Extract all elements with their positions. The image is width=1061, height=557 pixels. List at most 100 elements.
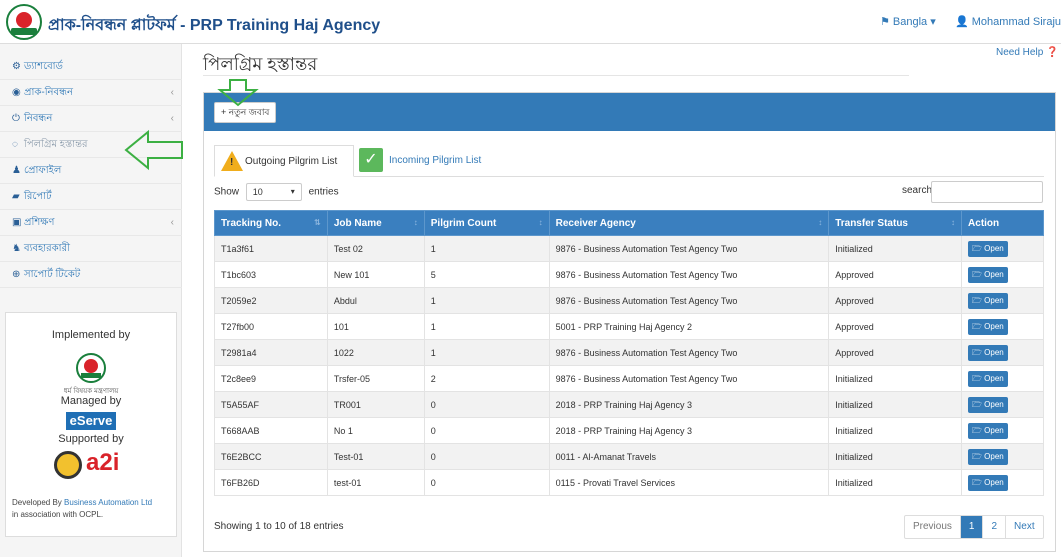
table-cell: 🗁 Open <box>961 261 1044 288</box>
open-button[interactable]: 🗁 Open <box>968 474 1008 491</box>
table-cell: 2 <box>423 365 550 392</box>
table-cell: 1 <box>423 339 550 366</box>
open-button[interactable]: 🗁 Open <box>968 292 1008 309</box>
search-label: search: <box>902 185 935 196</box>
table-cell: Initialized <box>828 469 963 496</box>
table-cell: T2981a4 <box>214 339 328 366</box>
open-button[interactable]: 🗁 Open <box>968 240 1008 257</box>
down-arrow-annotation-icon <box>217 79 259 107</box>
column-header[interactable]: Job Name ↕ <box>326 210 425 236</box>
pagination-previous[interactable]: Previous <box>905 516 961 538</box>
table-cell: 🗁 Open <box>961 313 1044 340</box>
search-input[interactable] <box>931 181 1043 203</box>
entries-select[interactable]: 10 ▾ <box>245 183 302 201</box>
table-cell: 9876 - Business Automation Test Agency T… <box>548 287 830 314</box>
table-row: T1bc603 New 101 5 9876 - Business Automatio… <box>214 261 1044 288</box>
table-cell: 🗁 Open <box>961 287 1044 314</box>
table-cell: 🗁 Open <box>961 417 1044 444</box>
content-panel: + নতুন জবাব ! Outgoing Pilgrim List ✓ In… <box>203 92 1056 552</box>
dashboard-icon: ⚙ <box>12 61 21 72</box>
government-logo-icon[interactable] <box>6 4 42 40</box>
warning-icon: ! <box>221 151 243 171</box>
sidebar-item-label: রিপোর্ট <box>24 191 52 202</box>
sidebar-item-2[interactable]: ◉ প্রাক-নিবন্ধন ‹ <box>0 80 182 106</box>
table-cell: 1 <box>423 287 550 314</box>
page-title: পিলগ্রিম হস্তান্তর <box>203 54 318 74</box>
table-cell: 0 <box>423 391 550 418</box>
check-icon: ✓ <box>359 148 383 172</box>
table-cell: Initialized <box>828 235 963 262</box>
table-cell: No 1 <box>326 417 425 444</box>
pagination-next[interactable]: Next <box>1006 516 1043 538</box>
tab-outgoing[interactable]: ! Outgoing Pilgrim List <box>214 145 354 177</box>
table-row: T6E2BCC Test-01 0 0011 - Al-Amanat Travels I… <box>214 443 1044 470</box>
sort-icon: ⇅ <box>314 218 321 227</box>
sidebar-item-6[interactable]: ▰ রিপোর্ট <box>0 184 182 210</box>
open-button[interactable]: 🗁 Open <box>968 396 1008 413</box>
column-header[interactable]: Receiver Agency ↕ <box>548 210 830 236</box>
ministry-logo-icon <box>76 353 106 383</box>
circle-icon: ◌ <box>12 139 18 150</box>
power-icon: ⏻ <box>12 113 20 124</box>
sidebar-item-1[interactable]: ⚙ ড্যাশবোর্ড <box>0 54 182 80</box>
table-cell: Abdul <box>326 287 425 314</box>
column-header[interactable]: Transfer Status ↕ <box>828 210 963 236</box>
table-cell: 0011 - Al-Amanat Travels <box>548 443 830 470</box>
table-cell: 9876 - Business Automation Test Agency T… <box>548 365 830 392</box>
open-button[interactable]: 🗁 Open <box>968 370 1008 387</box>
managed-by-label: Managed by <box>60 395 122 407</box>
need-help-link[interactable]: Need Help ❓ <box>996 47 1058 58</box>
table-cell: 0115 - Provati Travel Services <box>548 469 830 496</box>
sort-icon: ↕ <box>413 218 418 227</box>
developer-link[interactable]: Business Automation Ltd <box>64 498 152 507</box>
table-cell: Initialized <box>828 443 963 470</box>
pagination-page-2[interactable]: 2 <box>983 516 1007 538</box>
pilgrim-table: Tracking No. ⇅ Job Name ↕ Pilgrim Count ↕ Rece… <box>214 210 1044 496</box>
sidebar-item-8[interactable]: ♞ ব্যবহারকারী <box>0 236 182 262</box>
credits-panel: Implemented by ধর্ম বিষয়ক মন্ত্রণালয় M… <box>5 312 177 537</box>
table-cell: Approved <box>828 287 963 314</box>
table-cell: T668AAB <box>214 417 328 444</box>
open-button[interactable]: 🗁 Open <box>968 448 1008 465</box>
table-cell: Initialized <box>828 417 963 444</box>
table-info: Showing 1 to 10 of 18 entries <box>214 521 344 532</box>
open-button[interactable]: 🗁 Open <box>968 422 1008 439</box>
table-cell: Approved <box>828 339 963 366</box>
table-cell: Initialized <box>828 365 963 392</box>
table-cell: 9876 - Business Automation Test Agency T… <box>548 235 830 262</box>
sidebar-item-9[interactable]: ⊕ সাপোর্ট টিকেট <box>0 262 182 288</box>
column-header[interactable]: Action <box>961 210 1044 236</box>
column-header[interactable]: Tracking No. ⇅ <box>214 210 328 236</box>
table-cell: 101 <box>326 313 425 340</box>
language-dropdown[interactable]: ⚑ Bangla ▾ <box>880 15 936 28</box>
tab-incoming[interactable]: ✓ Incoming Pilgrim List <box>359 145 481 177</box>
sidebar-item-7[interactable]: ▣ প্রশিক্ষণ ‹ <box>0 210 182 236</box>
table-cell: 🗁 Open <box>961 391 1044 418</box>
table-cell: T6E2BCC <box>214 443 328 470</box>
table-cell: Approved <box>828 261 963 288</box>
table-cell: Initialized <box>828 391 963 418</box>
book-icon: ▰ <box>12 191 20 202</box>
table-cell: 🗁 Open <box>961 365 1044 392</box>
column-header[interactable]: Pilgrim Count ↕ <box>423 210 550 236</box>
pagination-page-1[interactable]: 1 <box>960 516 984 538</box>
open-button[interactable]: 🗁 Open <box>968 344 1008 361</box>
table-cell: T2059e2 <box>214 287 328 314</box>
user-menu[interactable]: 👤 Mohammad Sirajul Islam ▾ <box>955 15 1061 28</box>
open-button[interactable]: 🗁 Open <box>968 266 1008 283</box>
table-cell: New 101 <box>326 261 425 288</box>
sidebar-item-label: নিবন্ধন <box>24 113 53 124</box>
sort-icon: ↕ <box>951 218 956 227</box>
table-cell: 0 <box>423 469 550 496</box>
open-button[interactable]: 🗁 Open <box>968 318 1008 335</box>
app-title[interactable]: প্রাক-নিবন্ধন প্লাটফর্ম - PRP Training H… <box>48 12 380 39</box>
table-cell: Test 02 <box>326 235 425 262</box>
table-cell: Test-01 <box>326 443 425 470</box>
table-cell: 🗁 Open <box>961 235 1044 262</box>
table-header-row: Tracking No. ⇅ Job Name ↕ Pilgrim Count ↕ Rece… <box>214 210 1044 236</box>
table-cell: 2018 - PRP Training Haj Agency 3 <box>548 391 830 418</box>
table-cell: 5 <box>423 261 550 288</box>
table-cell: 🗁 Open <box>961 339 1044 366</box>
table-row: T1a3f61 Test 02 1 9876 - Business Automatio… <box>214 235 1044 262</box>
sort-icon: ↕ <box>538 218 543 227</box>
